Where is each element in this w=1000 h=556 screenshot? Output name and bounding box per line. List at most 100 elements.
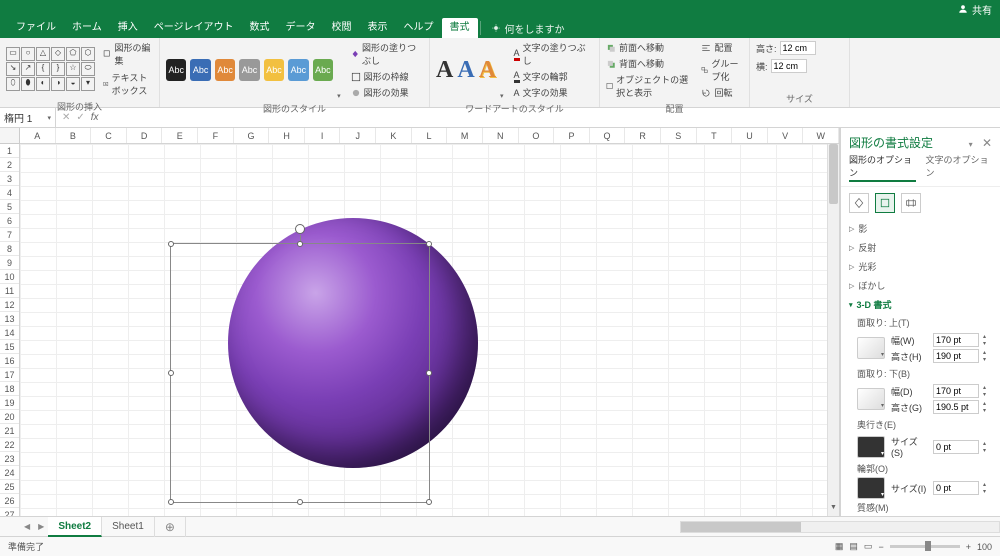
shape-gallery[interactable]: ▭○△◇⬠⬡ ↘↗{}☆⬭ ⬯⬮◐◑◒▾ <box>6 47 95 91</box>
col-header[interactable]: U <box>732 128 768 143</box>
col-header[interactable]: R <box>625 128 661 143</box>
zoom-out-icon[interactable]: − <box>878 542 883 552</box>
col-header[interactable]: P <box>554 128 590 143</box>
col-header[interactable]: F <box>198 128 234 143</box>
text-effects[interactable]: A文字の効果 <box>514 85 593 100</box>
wordart-2[interactable]: A <box>457 57 474 84</box>
bevel-bottom-preset[interactable]: ▾ <box>857 388 885 410</box>
resize-handle[interactable] <box>426 241 432 247</box>
bevel-top-width[interactable] <box>933 333 979 347</box>
row-header[interactable]: 17 <box>0 368 19 382</box>
row-header[interactable]: 10 <box>0 270 19 284</box>
enter-formula-icon[interactable]: ✓ <box>76 112 84 123</box>
depth-size[interactable] <box>933 440 979 454</box>
horizontal-scrollbar[interactable] <box>680 521 1000 533</box>
tellme[interactable]: 何をしますか <box>491 21 565 36</box>
style-6[interactable]: Abc <box>288 59 308 81</box>
tab-formulas[interactable]: 数式 <box>242 18 278 38</box>
section-softedge[interactable]: ▷ぼかし <box>849 276 996 295</box>
send-back[interactable]: 背面へ移動 <box>606 56 693 71</box>
row-header[interactable]: 6 <box>0 214 19 228</box>
contour-color[interactable]: ▾ <box>857 477 885 499</box>
sheet-nav-prev-icon[interactable]: ◀ <box>20 522 34 531</box>
wordart-3[interactable]: A <box>479 57 496 84</box>
bring-forward[interactable]: 前面へ移動 <box>606 40 693 55</box>
style-4[interactable]: Abc <box>239 59 259 81</box>
row-header[interactable]: 9 <box>0 256 19 270</box>
row-header[interactable]: 11 <box>0 284 19 298</box>
textbox[interactable]: Aテキスト ボックス <box>103 70 153 98</box>
resize-handle[interactable] <box>297 241 303 247</box>
row-header[interactable]: 27 <box>0 508 19 516</box>
row-header[interactable]: 16 <box>0 354 19 368</box>
view-break-icon[interactable]: ▭ <box>864 541 873 552</box>
zoom-slider[interactable] <box>890 545 960 548</box>
col-header[interactable]: A <box>20 128 56 143</box>
row-header[interactable]: 20 <box>0 410 19 424</box>
tab-view[interactable]: 表示 <box>360 18 396 38</box>
fx-icon[interactable]: fx <box>91 112 99 123</box>
row-header[interactable]: 7 <box>0 228 19 242</box>
row-header[interactable]: 5 <box>0 200 19 214</box>
bevel-bottom-width[interactable] <box>933 384 979 398</box>
pane-tab-text[interactable]: 文字のオプション <box>926 153 993 182</box>
resize-handle[interactable] <box>426 499 432 505</box>
row-header[interactable]: 8 <box>0 242 19 256</box>
selection-pane[interactable]: オブジェクトの選択と表示 <box>606 72 693 100</box>
add-sheet-icon[interactable]: ⊕ <box>155 517 186 537</box>
col-header[interactable]: G <box>234 128 270 143</box>
col-header[interactable]: E <box>162 128 198 143</box>
size-props-icon[interactable] <box>901 193 921 213</box>
group-btn[interactable]: グループ化 <box>701 56 743 84</box>
row-header[interactable]: 14 <box>0 326 19 340</box>
text-fill[interactable]: A文字の塗りつぶし <box>514 40 593 68</box>
section-3dformat[interactable]: ▾3-D 書式 <box>849 295 996 314</box>
contour-size[interactable] <box>933 481 979 495</box>
tab-help[interactable]: ヘルプ <box>396 18 442 38</box>
row-header[interactable]: 4 <box>0 186 19 200</box>
scroll-down-icon[interactable]: ▼ <box>828 504 839 516</box>
col-header[interactable]: Q <box>590 128 626 143</box>
style-3[interactable]: Abc <box>215 59 235 81</box>
section-glow[interactable]: ▷光彩 <box>849 257 996 276</box>
col-header[interactable]: V <box>768 128 804 143</box>
sheet-tab-2[interactable]: Sheet1 <box>102 517 155 537</box>
pane-close-icon[interactable]: ✕ <box>982 136 992 150</box>
rotation-handle[interactable] <box>295 224 305 234</box>
pane-tab-shape[interactable]: 図形のオプション <box>849 153 916 182</box>
tab-file[interactable]: ファイル <box>8 18 64 38</box>
col-header[interactable]: M <box>447 128 483 143</box>
text-outline[interactable]: A文字の輪郭 <box>514 69 593 84</box>
col-header[interactable]: N <box>483 128 519 143</box>
col-header[interactable]: O <box>519 128 555 143</box>
zoom-value[interactable]: 100 <box>977 542 992 552</box>
style-1[interactable]: Abc <box>166 59 186 81</box>
name-box[interactable]: 楕円 1▾ <box>0 108 56 127</box>
shape-width[interactable] <box>771 59 807 73</box>
bevel-top-height[interactable] <box>933 349 979 363</box>
resize-handle[interactable] <box>168 241 174 247</box>
row-header[interactable]: 15 <box>0 340 19 354</box>
sheet-tab-1[interactable]: Sheet2 <box>48 517 102 537</box>
row-header[interactable]: 2 <box>0 158 19 172</box>
section-shadow[interactable]: ▷影 <box>849 219 996 238</box>
fill-line-icon[interactable] <box>849 193 869 213</box>
rotate[interactable]: 回転 <box>701 85 743 100</box>
col-header[interactable]: B <box>56 128 92 143</box>
depth-color[interactable]: ▾ <box>857 436 885 458</box>
view-normal-icon[interactable]: ▦ <box>835 541 844 552</box>
style-2[interactable]: Abc <box>190 59 210 81</box>
edit-shape[interactable]: 図形の編集 <box>103 40 153 68</box>
style-7[interactable]: Abc <box>313 59 333 81</box>
row-header[interactable]: 21 <box>0 424 19 438</box>
resize-handle[interactable] <box>168 499 174 505</box>
style-5[interactable]: Abc <box>264 59 284 81</box>
row-header[interactable]: 26 <box>0 494 19 508</box>
resize-handle[interactable] <box>297 499 303 505</box>
row-header[interactable]: 12 <box>0 298 19 312</box>
select-all-corner[interactable] <box>0 128 20 144</box>
tab-format[interactable]: 書式 <box>442 18 478 38</box>
section-reflection[interactable]: ▷反射 <box>849 238 996 257</box>
share-button[interactable]: 共有 <box>958 2 992 17</box>
pane-dropdown-icon[interactable]: ▾ <box>969 140 973 149</box>
